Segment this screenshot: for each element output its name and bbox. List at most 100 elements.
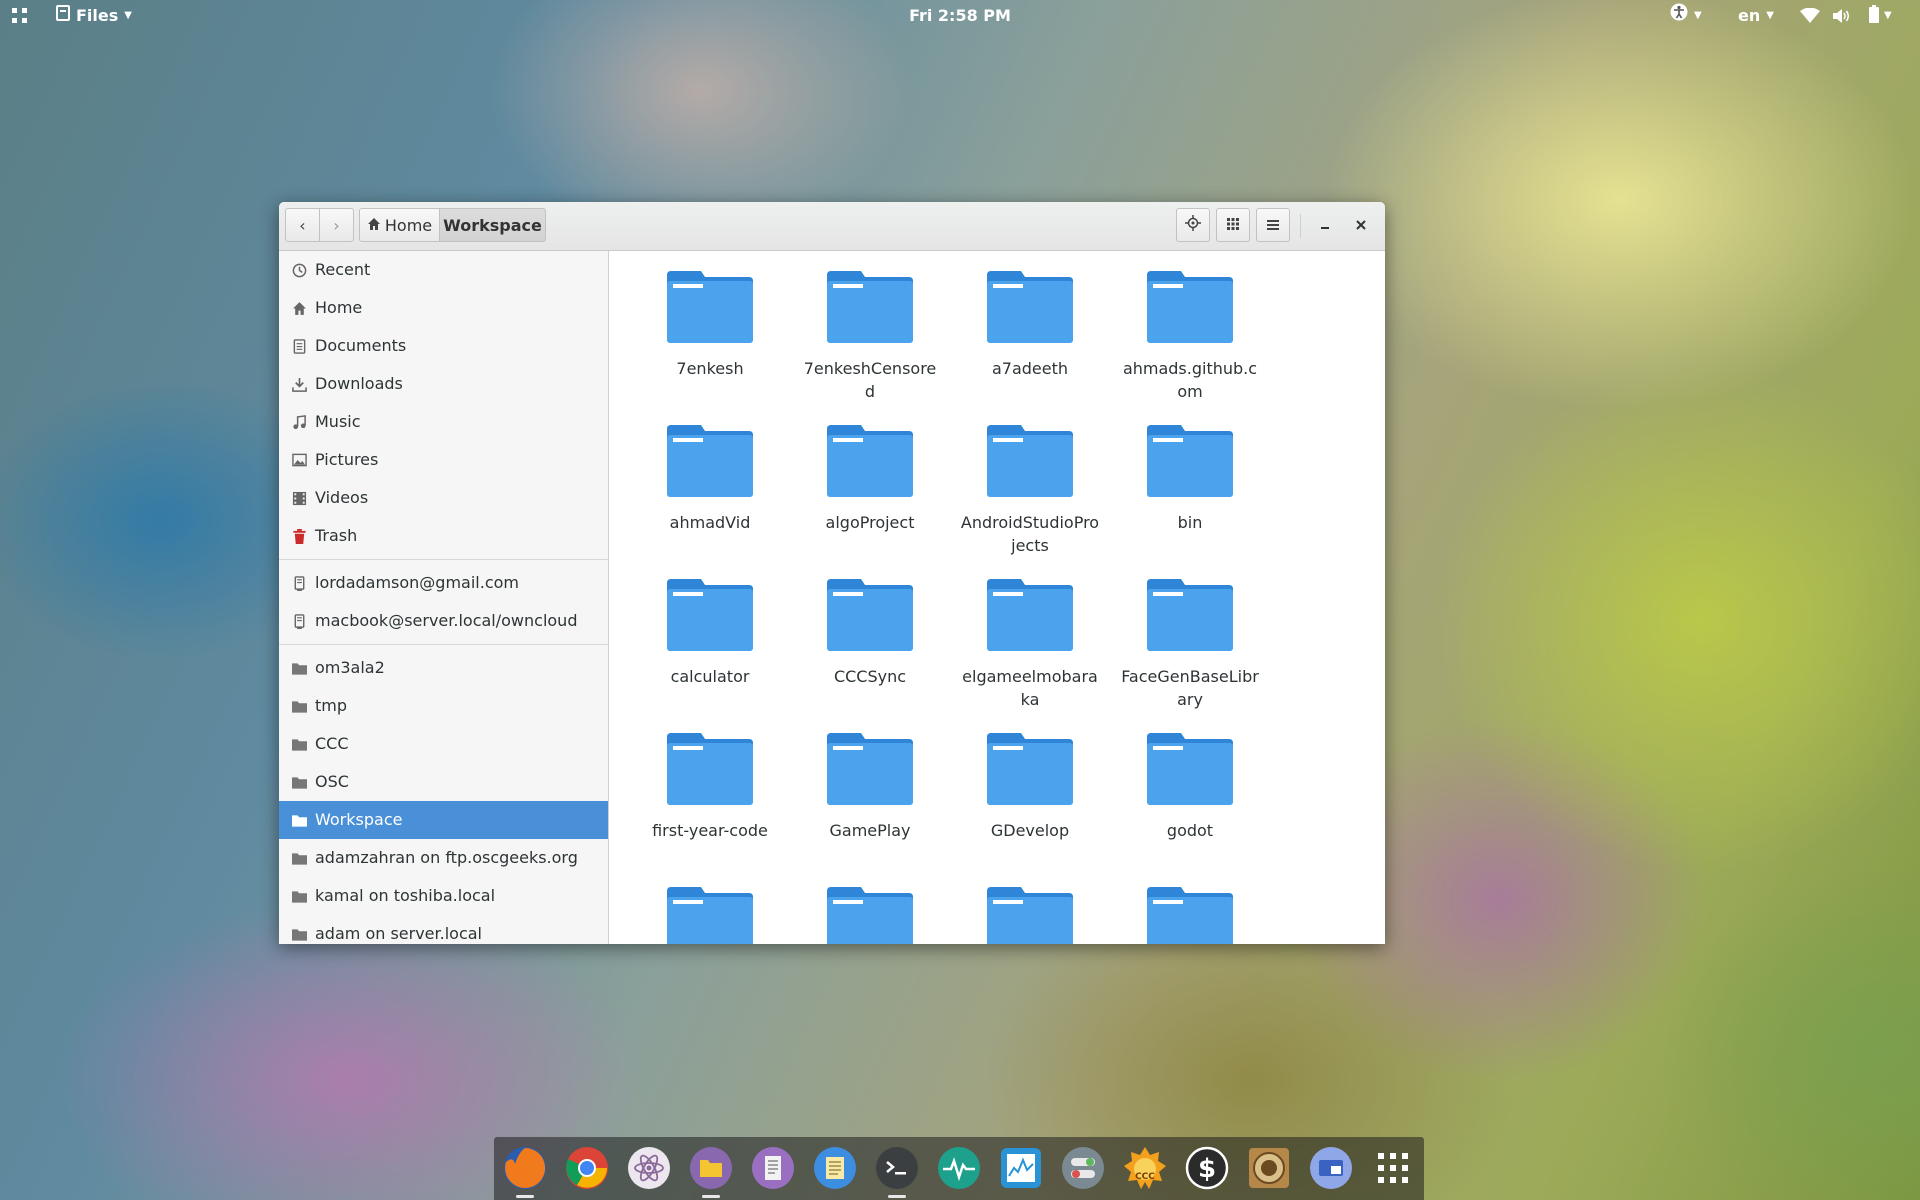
folder-item[interactable]: calculator [630, 575, 790, 729]
folder-item[interactable] [1110, 883, 1270, 944]
network-drive-icon [291, 613, 307, 629]
volume-icon[interactable] [1832, 0, 1852, 32]
folder-item[interactable]: CCCSync [790, 575, 950, 729]
folder-icon [291, 888, 307, 904]
wifi-icon[interactable] [1800, 0, 1820, 32]
language-menu[interactable]: en ▼ [1738, 0, 1774, 32]
folder-icon [291, 660, 307, 676]
sidebar-item-trash[interactable]: Trash [279, 517, 608, 555]
folder-item[interactable]: GDevelop [950, 729, 1110, 883]
folder-item[interactable]: GamePlay [790, 729, 950, 883]
location-button[interactable] [1176, 208, 1210, 242]
folder-item[interactable]: godot [1110, 729, 1270, 883]
folder-item[interactable]: AndroidStudioProjects [950, 421, 1110, 575]
terminal-icon[interactable] [874, 1145, 920, 1191]
folder-name: ahmadVid [669, 513, 751, 532]
picture-icon [291, 452, 307, 468]
sidebar-item-om3ala2[interactable]: om3ala2 [279, 649, 608, 687]
sidebar-item-label: Home [315, 298, 363, 317]
sidebar-item-label: adam on server.local [315, 924, 482, 943]
sidebar-item-adamzahran-on-ftp-oscgeeks-org[interactable]: adamzahran on ftp.oscgeeks.org [279, 839, 608, 877]
folder-item[interactable]: ahmadVid [630, 421, 790, 575]
money-icon[interactable]: $ [1184, 1145, 1230, 1191]
folder-item[interactable] [630, 883, 790, 944]
notes-icon[interactable] [812, 1145, 858, 1191]
folder-item[interactable]: 7enkesh [630, 267, 790, 421]
sidebar-item-workspace[interactable]: Workspace [279, 801, 608, 839]
folder-item[interactable]: a7adeeth [950, 267, 1110, 421]
firefox-icon[interactable] [502, 1145, 548, 1191]
home-icon [367, 216, 381, 235]
chrome-icon[interactable] [564, 1145, 610, 1191]
folder-item[interactable]: elgameelmobaraka [950, 575, 1110, 729]
sidebar-item-label: Workspace [315, 810, 403, 829]
system-menu[interactable]: ▼ [1868, 0, 1892, 32]
folder-item[interactable]: algoProject [790, 421, 950, 575]
folder-item[interactable]: first-year-code [630, 729, 790, 883]
sidebar-item-home[interactable]: Home [279, 289, 608, 327]
file-grid: 7enkesh 7enkeshCensored a7adeeth ahmads.… [630, 267, 1270, 944]
sidebar-item-kamal-on-toshiba-local[interactable]: kamal on toshiba.local [279, 877, 608, 915]
close-button[interactable] [1344, 208, 1378, 242]
folder-name: GamePlay [829, 821, 911, 840]
quran-icon[interactable] [1246, 1145, 1292, 1191]
activity-monitor-icon[interactable] [998, 1145, 1044, 1191]
accessibility-icon [1670, 0, 1688, 32]
folder-item[interactable]: FaceGenBaseLibrary [1110, 575, 1270, 729]
folder-item[interactable]: bin [1110, 421, 1270, 575]
folder-item[interactable]: ahmads.github.com [1110, 267, 1270, 421]
clock-label[interactable]: Fri 2:58 PM [909, 6, 1011, 25]
sidebar-item-downloads[interactable]: Downloads [279, 365, 608, 403]
atom-icon[interactable] [626, 1145, 672, 1191]
sidebar-item-music[interactable]: Music [279, 403, 608, 441]
sidebar-item-label: Trash [315, 526, 358, 545]
activities-icon[interactable] [12, 0, 32, 32]
folder-item[interactable]: 7enkeshCensored [790, 267, 950, 421]
sidebar-item-documents[interactable]: Documents [279, 327, 608, 365]
document-icon [291, 338, 307, 354]
folder-icon [291, 926, 307, 942]
sidebar-item-macbook-server-local-owncloud[interactable]: macbook@server.local/owncloud [279, 602, 608, 640]
sidebar-item-tmp[interactable]: tmp [279, 687, 608, 725]
ccc-icon[interactable]: CCC [1122, 1145, 1168, 1191]
clock: Fri 2:58 PM [0, 0, 1920, 32]
sidebar-item-osc[interactable]: OSC [279, 763, 608, 801]
folder-item[interactable] [950, 883, 1110, 944]
sidebar-item-adam-on-server-local[interactable]: adam on server.local [279, 915, 608, 944]
folder-icon [291, 850, 307, 866]
text-editor-icon[interactable] [750, 1145, 796, 1191]
minimize-button[interactable] [1308, 208, 1342, 242]
window-switcher-icon[interactable] [1308, 1145, 1354, 1191]
folder-icon [1147, 271, 1233, 343]
sidebar-item-pictures[interactable]: Pictures [279, 441, 608, 479]
system-monitor-icon[interactable] [936, 1145, 982, 1191]
hamburger-icon [1266, 216, 1280, 235]
sidebar-item-lordadamson-gmail-com[interactable]: lordadamson@gmail.com [279, 564, 608, 602]
folder-item[interactable] [790, 883, 950, 944]
folder-icon [1147, 425, 1233, 497]
breadcrumb-current-label: Workspace [443, 215, 542, 235]
sidebar-item-recent[interactable]: Recent [279, 251, 608, 289]
sidebar: Recent Home Documents Downloads Music Pi… [279, 251, 609, 944]
folder-icon [667, 887, 753, 944]
accessibility-menu[interactable]: ▼ [1670, 0, 1702, 32]
menu-button[interactable] [1256, 208, 1290, 242]
folder-name: elgameelmobaraka [962, 667, 1098, 709]
breadcrumb-home[interactable]: Home [359, 208, 440, 242]
breadcrumb-current[interactable]: Workspace [439, 208, 546, 242]
header-bar: ‹ › Home Workspace [279, 202, 1385, 251]
view-mode-button[interactable] [1216, 208, 1250, 242]
back-button[interactable]: ‹ [285, 208, 320, 242]
folder-icon [291, 812, 307, 828]
battery-icon [1868, 0, 1880, 34]
sidebar-item-videos[interactable]: Videos [279, 479, 608, 517]
svg-text:CCC: CCC [1135, 1172, 1155, 1182]
app-grid-icon[interactable] [1370, 1145, 1416, 1191]
forward-button[interactable]: › [319, 208, 354, 242]
language-label: en [1738, 6, 1761, 25]
app-menu-button[interactable]: Files ▼ [56, 0, 132, 32]
sidebar-item-ccc[interactable]: CCC [279, 725, 608, 763]
files-icon[interactable] [688, 1145, 734, 1191]
tweaks-icon[interactable] [1060, 1145, 1106, 1191]
folder-name: algoProject [825, 513, 915, 532]
